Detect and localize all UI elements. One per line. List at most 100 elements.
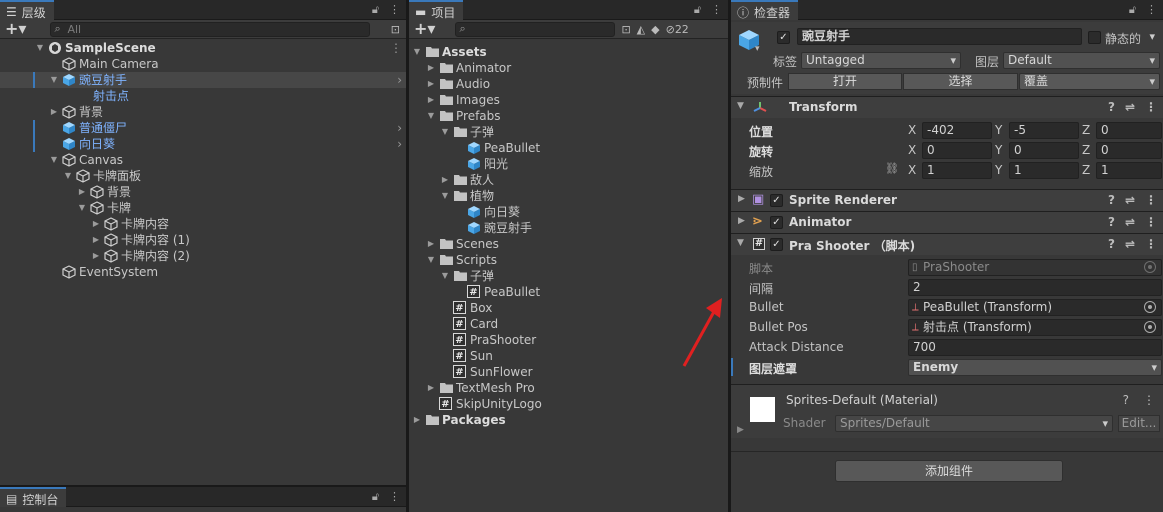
bullet-pos-field[interactable]: ⟂ 射击点 (Transform)	[908, 319, 1162, 336]
tab-project[interactable]: ▬ 项目	[409, 0, 464, 20]
interval-field[interactable]: 2	[908, 279, 1162, 296]
axis-y-label[interactable]: Y	[995, 143, 1002, 157]
foldout-collapsed-icon[interactable]: ▶	[426, 76, 436, 92]
object-name-field[interactable]: 豌豆射手	[797, 28, 1082, 45]
foldout-collapsed-icon[interactable]: ▶	[91, 216, 101, 232]
foldout-collapsed-icon[interactable]: ▶	[49, 104, 59, 120]
search-scene-icon[interactable]: ⊡	[391, 23, 400, 36]
active-checkbox[interactable]: ✓	[777, 31, 790, 44]
kebab-menu-icon[interactable]: ⋮	[711, 3, 722, 17]
project-item[interactable]: ▶ 敌人	[409, 172, 728, 188]
layer-mask-dropdown[interactable]: Enemy	[908, 359, 1162, 376]
hierarchy-item[interactable]: Main Camera	[0, 56, 406, 72]
scale-x-field[interactable]: 1	[922, 162, 992, 179]
animator-enabled-checkbox[interactable]: ✓	[770, 216, 783, 229]
help-icon[interactable]: ?	[1108, 100, 1115, 114]
hierarchy-item[interactable]: ▼ SampleScene ⋮	[0, 40, 406, 56]
hierarchy-item[interactable]: ▼ Canvas	[0, 152, 406, 168]
lock-icon[interactable]: 🔓︎	[372, 490, 379, 504]
shader-dropdown[interactable]: Sprites/Default	[835, 415, 1113, 432]
hidden-packages-icon[interactable]: ⊘22	[666, 23, 689, 36]
sprite-renderer-enabled-checkbox[interactable]: ✓	[770, 194, 783, 207]
foldout-expanded-icon[interactable]: ▼	[440, 268, 450, 284]
foldout-expanded-icon[interactable]: ▼	[49, 72, 59, 88]
rotation-z-field[interactable]: 0	[1096, 142, 1162, 159]
hierarchy-item[interactable]: 普通僵尸 ›	[0, 120, 406, 136]
constrain-proportions-icon[interactable]: ⛓	[885, 162, 899, 175]
kebab-menu-icon[interactable]: ⋮	[389, 3, 400, 17]
project-item[interactable]: ▶ Animator	[409, 60, 728, 76]
select-prefab-button[interactable]: 选择	[903, 73, 1018, 90]
foldout-expanded-icon[interactable]: ▼	[440, 188, 450, 204]
lock-icon[interactable]: 🔓︎	[1129, 3, 1136, 17]
project-item[interactable]: ▼ Scripts	[409, 252, 728, 268]
animator-header[interactable]: ▶ ⋗ ✓ Animator ? ⇌ ⋮	[731, 211, 1163, 233]
tab-inspector[interactable]: ⓘ 检查器	[731, 0, 799, 20]
preset-icon[interactable]: ⇌	[1125, 100, 1135, 114]
foldout-collapsed-icon[interactable]: ▶	[426, 236, 436, 252]
foldout-arrow-icon[interactable]: ▶	[737, 425, 744, 435]
tab-console[interactable]: ▤ 控制台	[0, 487, 67, 507]
foldout-expanded-icon[interactable]: ▼	[77, 200, 87, 216]
shader-edit-button[interactable]: Edit...	[1118, 415, 1160, 432]
foldout-collapsed-icon[interactable]: ▶	[426, 60, 436, 76]
hierarchy-item[interactable]: 射击点	[0, 88, 406, 104]
filter-by-type-icon[interactable]: ◭	[637, 23, 645, 36]
kebab-menu-icon[interactable]: ⋮	[390, 40, 402, 56]
static-dropdown-arrow[interactable]: ▾	[1149, 30, 1155, 43]
project-item[interactable]: 阳光	[409, 156, 728, 172]
hierarchy-item[interactable]: ▼ 卡牌面板	[0, 168, 406, 184]
project-item[interactable]: ▶ Scenes	[409, 236, 728, 252]
foldout-collapsed-icon[interactable]: ▶	[77, 184, 87, 200]
lock-icon[interactable]: 🔓︎	[372, 3, 379, 17]
position-x-field[interactable]: -402	[922, 122, 992, 139]
open-prefab-chevron-icon[interactable]: ›	[397, 72, 402, 88]
kebab-menu-icon[interactable]: ⋮	[1143, 393, 1155, 407]
hierarchy-item[interactable]: ▶ 卡牌内容 (2)	[0, 248, 406, 264]
sprite-renderer-header[interactable]: ▶ ▣ ✓ Sprite Renderer ? ⇌ ⋮	[731, 189, 1163, 211]
axis-y-label[interactable]: Y	[995, 163, 1002, 177]
foldout-collapsed-icon[interactable]: ▶	[91, 232, 101, 248]
foldout-expanded-icon[interactable]: ▼	[35, 40, 45, 56]
foldout-collapsed-icon[interactable]: ▶	[412, 412, 422, 428]
open-prefab-chevron-icon[interactable]: ›	[397, 120, 402, 136]
object-picker-icon[interactable]	[1144, 301, 1156, 313]
create-button[interactable]: +▾	[5, 21, 26, 37]
hierarchy-item[interactable]: ▼ 卡牌	[0, 200, 406, 216]
foldout-expanded-icon[interactable]: ▼	[440, 124, 450, 140]
help-icon[interactable]: ?	[1108, 193, 1115, 207]
project-item[interactable]: ▶ Audio	[409, 76, 728, 92]
kebab-menu-icon[interactable]: ⋮	[1146, 3, 1157, 17]
hierarchy-item[interactable]: ▶ 背景	[0, 104, 406, 120]
pra-shooter-header[interactable]: ▼ # ✓ Pra Shooter （脚本) ? ⇌ ⋮	[731, 233, 1163, 255]
project-item[interactable]: ▶ Packages	[409, 412, 728, 428]
add-component-button[interactable]: 添加组件	[835, 460, 1063, 482]
tag-dropdown[interactable]: Untagged	[801, 52, 961, 69]
hierarchy-search-input[interactable]: All	[50, 21, 371, 37]
icon-dropdown-arrow[interactable]: ▾	[755, 44, 760, 54]
layer-dropdown[interactable]: Default	[1003, 52, 1160, 69]
hierarchy-item[interactable]: ▶ 背景	[0, 184, 406, 200]
foldout-arrow-icon[interactable]: ▶	[738, 216, 745, 226]
open-prefab-chevron-icon[interactable]: ›	[397, 136, 402, 152]
script-enabled-checkbox[interactable]: ✓	[770, 238, 783, 251]
bullet-field[interactable]: ⟂ PeaBullet (Transform)	[908, 299, 1162, 316]
project-item[interactable]: PeaBullet	[409, 140, 728, 156]
axis-z-label[interactable]: Z	[1082, 143, 1090, 157]
hierarchy-item[interactable]: ▶ 卡牌内容	[0, 216, 406, 232]
foldout-collapsed-icon[interactable]: ▶	[91, 248, 101, 264]
foldout-expanded-icon[interactable]: ▼	[426, 252, 436, 268]
search-window-icon[interactable]: ⊡	[621, 23, 630, 36]
lock-icon[interactable]: 🔓︎	[694, 3, 701, 17]
project-item[interactable]: ▼ Assets	[409, 44, 728, 60]
help-icon[interactable]: ?	[1108, 215, 1115, 229]
foldout-expanded-icon[interactable]: ▼	[63, 168, 73, 184]
help-icon[interactable]: ?	[1123, 393, 1129, 407]
project-item[interactable]: ▼ 子弹	[409, 268, 728, 284]
kebab-menu-icon[interactable]: ⋮	[1145, 237, 1157, 251]
project-item[interactable]: ▶ Images	[409, 92, 728, 108]
create-asset-button[interactable]: +▾	[414, 21, 435, 37]
kebab-menu-icon[interactable]: ⋮	[389, 490, 400, 504]
axis-z-label[interactable]: Z	[1082, 123, 1090, 137]
axis-z-label[interactable]: Z	[1082, 163, 1090, 177]
